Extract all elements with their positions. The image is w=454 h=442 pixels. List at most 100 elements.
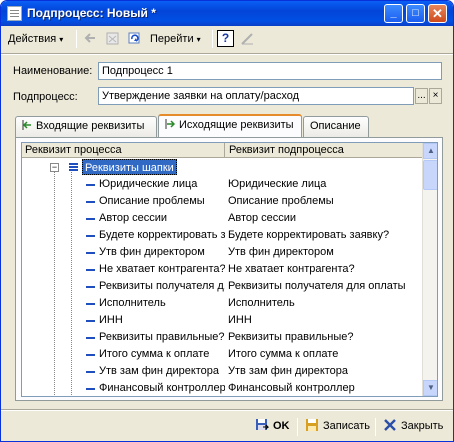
attribute-icon (86, 320, 95, 322)
edit-disabled-icon[interactable] (239, 30, 256, 47)
process-attribute-cell: Юридические лица (99, 178, 198, 190)
help-icon[interactable]: ? (217, 30, 234, 47)
process-attribute-cell: Итого сумма к оплате (99, 348, 210, 360)
attribute-icon (86, 235, 95, 237)
process-attribute-cell: Не хватает контрагента? (99, 263, 225, 275)
attribute-icon (86, 184, 95, 186)
subprocess-label: Подпроцесс: (13, 91, 78, 103)
tab-label: Описание (310, 120, 361, 132)
clear-button[interactable]: × (429, 88, 442, 104)
save-button[interactable]: Записать (305, 417, 370, 435)
subprocess-attribute-cell: Реквизиты правильные? (228, 331, 354, 343)
table-row[interactable]: Описание проблемы Описание проблемы (22, 193, 422, 210)
process-attribute-cell: ИНН (99, 314, 123, 326)
tab-label: Исходящие реквизиты (179, 119, 294, 131)
subprocess-attribute-cell: Не хватает контрагента? (228, 263, 355, 275)
subprocess-attribute-cell: Финансовый контроллер (228, 382, 355, 394)
process-attribute-cell: Реквизиты правильные? (99, 331, 225, 343)
dialog-window: Подпроцесс: Новый * _ □ ✕ Действия ▾ Пере… (0, 0, 454, 442)
goto-menu-label: Перейти (150, 33, 194, 45)
minimize-button[interactable]: _ (384, 4, 403, 23)
attribute-icon (86, 303, 95, 305)
scroll-thumb[interactable] (423, 160, 437, 190)
table-row[interactable]: Финансовый контроллер Финансовый контрол… (22, 380, 422, 396)
close-icon (384, 419, 396, 431)
refresh-icon[interactable] (126, 30, 143, 47)
toolbar-separator (212, 30, 213, 48)
subprocess-attribute-cell: Утв фин директором (228, 246, 334, 258)
save-close-icon (256, 419, 269, 430)
ok-button[interactable]: OK (255, 417, 290, 435)
close-button[interactable]: Закрыть (383, 417, 443, 435)
goto-menu[interactable]: Перейти ▾ (150, 29, 201, 49)
toolbar-separator (76, 30, 77, 48)
title-bar[interactable]: Подпроцесс: Новый * _ □ ✕ (1, 1, 453, 26)
process-attribute-cell: Утв зам фин директора (99, 365, 220, 377)
process-attribute-cell: Утв фин директором (99, 246, 205, 258)
attribute-icon (86, 218, 95, 220)
name-label: Наименование: (13, 65, 93, 77)
back-arrow-icon[interactable] (82, 30, 99, 47)
actions-menu[interactable]: Действия ▾ (8, 29, 63, 49)
document-disabled-icon[interactable] (104, 30, 121, 47)
name-field[interactable]: Подпроцесс 1 (98, 62, 442, 80)
tab-panel: Реквизит процесса Реквизит подпроцесса −… (15, 137, 443, 401)
button-separator (375, 418, 376, 436)
button-separator (297, 418, 298, 436)
close-window-button[interactable]: ✕ (428, 4, 447, 23)
subprocess-attribute-cell: Исполнитель (228, 297, 295, 309)
button-bar: OK Записать Закрыть (1, 411, 453, 441)
attribute-icon (86, 252, 95, 254)
subprocess-attribute-cell: ИНН (228, 314, 252, 326)
attribute-icon (86, 354, 95, 356)
subprocess-attribute-cell: Описание проблемы (228, 195, 334, 207)
column-header-process-attribute[interactable]: Реквизит процесса (22, 143, 225, 158)
attribute-icon (86, 286, 95, 288)
attribute-icon (86, 337, 95, 339)
attribute-icon (86, 269, 95, 271)
toolbar: Действия ▾ Перейти ▾ ? (4, 27, 450, 51)
attribute-icon (86, 201, 95, 203)
table-row[interactable]: Не хватает контрагента? Не хватает контр… (22, 261, 422, 278)
subprocess-attribute-cell: Автор сессии (228, 212, 297, 224)
incoming-arrow-icon (22, 120, 31, 130)
process-attribute-cell: Автор сессии (99, 212, 168, 224)
process-attribute-cell: Будете корректировать з... (99, 229, 225, 241)
table-row[interactable]: Итого сумма к оплате Итого сумма к оплат… (22, 346, 422, 363)
table-row[interactable]: Автор сессии Автор сессии (22, 210, 422, 227)
attribute-group-icon (66, 162, 78, 173)
table-row[interactable]: Утв зам фин директора Утв зам фин директ… (22, 363, 422, 380)
table-row[interactable]: Реквизиты получателя д... Реквизиты полу… (22, 278, 422, 295)
table-row[interactable]: Утв фин директором Утв фин директором (22, 244, 422, 261)
process-attribute-cell: Финансовый контроллер (99, 382, 225, 394)
subprocess-attribute-cell: Юридические лица (228, 178, 327, 190)
maximize-button[interactable]: □ (406, 4, 425, 23)
tree-root-row[interactable]: − Реквизиты шапки (22, 159, 422, 176)
table-header: Реквизит процесса Реквизит подпроцесса (22, 143, 422, 158)
table-row[interactable]: Исполнитель Исполнитель (22, 295, 422, 312)
tab-incoming-attributes[interactable]: Входящие реквизиты (15, 116, 157, 137)
tab-label: Входящие реквизиты (36, 120, 145, 132)
subprocess-attribute-cell: Утв зам фин директора (228, 365, 349, 377)
outgoing-arrow-icon (165, 119, 175, 129)
tab-description[interactable]: Описание (303, 116, 369, 137)
select-button[interactable]: ... (415, 88, 428, 104)
table-row[interactable]: Юридические лица Юридические лица (22, 176, 422, 193)
table-row[interactable]: ИНН ИНН (22, 312, 422, 329)
chevron-down-icon: ▾ (196, 35, 201, 44)
tab-outgoing-attributes[interactable]: Исходящие реквизиты (158, 114, 302, 137)
attributes-table[interactable]: Реквизит процесса Реквизит подпроцесса −… (21, 142, 438, 397)
table-row[interactable]: Реквизиты правильные? Реквизиты правильн… (22, 329, 422, 346)
column-header-subprocess-attribute[interactable]: Реквизит подпроцесса (226, 143, 422, 158)
toolbar-divider (1, 53, 453, 55)
close-button-label: Закрыть (401, 420, 444, 432)
vertical-scrollbar[interactable]: ▲ ▼ (422, 143, 437, 396)
table-row[interactable]: Будете корректировать з... Будете коррек… (22, 227, 422, 244)
scroll-down-button[interactable]: ▼ (423, 380, 437, 396)
tree-root-label: Реквизиты шапки (82, 159, 177, 175)
subprocess-field[interactable]: Утверждение заявки на оплату/расход (98, 87, 414, 105)
scroll-up-button[interactable]: ▲ (423, 143, 437, 159)
subprocess-attribute-cell: Итого сумма к оплате (228, 348, 339, 360)
attribute-icon (86, 388, 95, 390)
collapse-toggle[interactable]: − (50, 163, 59, 172)
